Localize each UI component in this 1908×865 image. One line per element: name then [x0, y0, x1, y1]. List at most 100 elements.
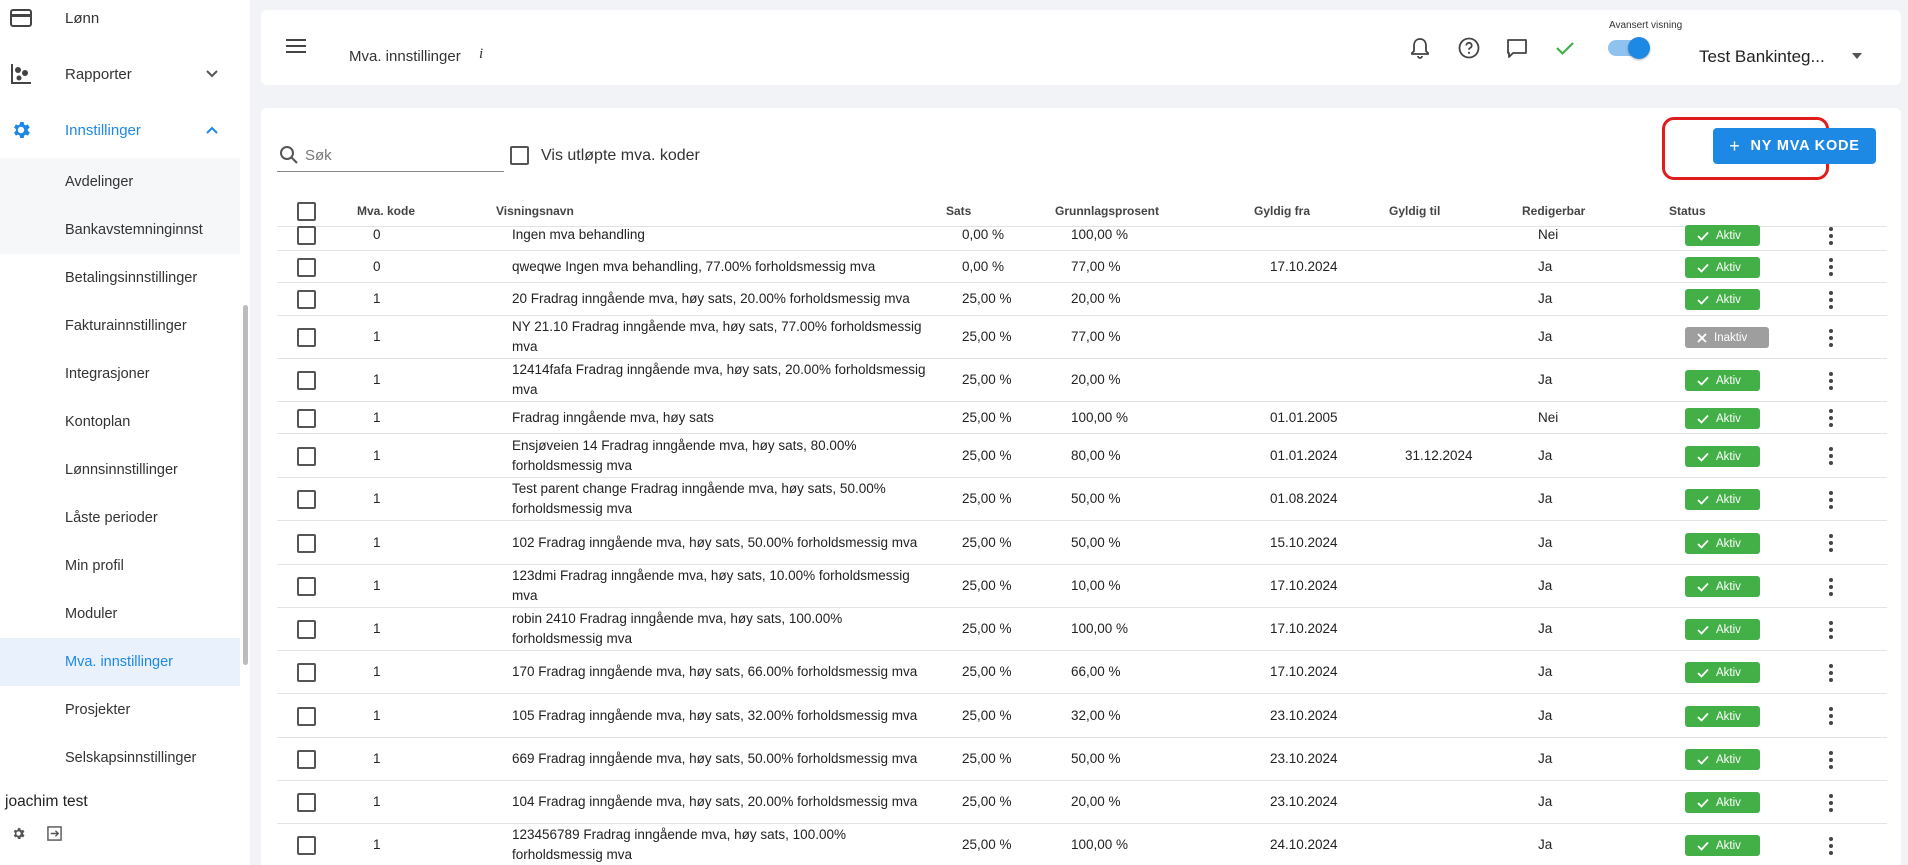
sidebar-sub-lonnsinnstillinger[interactable]: Lønnsinnstillinger — [0, 446, 240, 494]
cell-visningsnavn: 123dmi Fradrag inngående mva, høy sats, … — [512, 568, 910, 603]
checkbox[interactable] — [510, 146, 529, 165]
advanced-view-toggle[interactable] — [1608, 36, 1650, 60]
sidebar-sub-faktura[interactable]: Fakturainnstillinger — [0, 302, 240, 350]
more-options-icon[interactable] — [1828, 329, 1834, 347]
table-row[interactable]: 1 20 Fradrag inngående mva, høy sats, 20.… — [277, 283, 1887, 316]
new-mva-code-label: NY MVA KODE — [1750, 138, 1860, 154]
cell-visningsnavn: Ingen mva behandling — [512, 227, 645, 243]
table-row[interactable]: 1 105 Fradrag inngående mva, høy sats, 32… — [277, 694, 1887, 738]
logout-icon[interactable] — [47, 826, 62, 841]
more-options-icon[interactable] — [1828, 291, 1834, 309]
sidebar-sub-min-profil[interactable]: Min profil — [0, 542, 240, 590]
sidebar-item-innstillinger[interactable]: Innstillinger — [0, 118, 240, 142]
row-checkbox[interactable] — [297, 707, 316, 726]
row-checkbox[interactable] — [297, 793, 316, 812]
row-checkbox[interactable] — [297, 258, 316, 277]
status-badge: Aktiv — [1685, 446, 1760, 467]
more-options-icon[interactable] — [1828, 751, 1834, 769]
table-row[interactable]: 1 123456789 Fradrag inngående mva, høy sa… — [277, 824, 1887, 865]
row-checkbox[interactable] — [297, 750, 316, 769]
row-checkbox[interactable] — [297, 836, 316, 855]
status-label: Aktiv — [1716, 374, 1741, 387]
sidebar-item-rapporter[interactable]: Rapporter — [0, 62, 240, 86]
table-row[interactable]: 0 Ingen mva behandling 0,00 % 100,00 % Nei Ak… — [277, 220, 1887, 251]
more-options-icon[interactable] — [1828, 707, 1834, 725]
table-row[interactable]: 1 102 Fradrag inngående mva, høy sats, 50… — [277, 521, 1887, 565]
sidebar-sub-mva-innstillinger[interactable]: Mva. innstillinger — [0, 638, 240, 686]
cell-visningsnavn: 669 Fradrag inngående mva, høy sats, 50.… — [512, 751, 918, 767]
cell-visningsnavn: 104 Fradrag inngående mva, høy sats, 20.… — [512, 794, 918, 810]
table-row[interactable]: 1 123dmi Fradrag inngående mva, høy sats,… — [277, 565, 1887, 608]
row-checkbox[interactable] — [297, 534, 316, 553]
row-checkbox[interactable] — [297, 371, 316, 390]
table-row[interactable]: 0 qweqwe Ingen mva behandling, 77.00% for… — [277, 251, 1887, 283]
more-options-icon[interactable] — [1828, 534, 1834, 552]
sidebar-sub-selskap[interactable]: Selskapsinnstillinger — [0, 734, 240, 782]
sidebar-scrollbar-thumb[interactable] — [243, 305, 248, 665]
search-icon — [280, 146, 298, 164]
table-row[interactable]: 1 Fradrag inngående mva, høy sats 25,00 % 1… — [277, 402, 1887, 434]
table-row[interactable]: 1 Test parent change Fradrag inngående mv… — [277, 478, 1887, 521]
row-checkbox[interactable] — [297, 620, 316, 639]
status-badge: Aktiv — [1685, 706, 1760, 727]
show-expired-checkbox[interactable]: Vis utløpte mva. koder — [510, 146, 700, 165]
cell-redigerbar: Ja — [1538, 258, 1553, 274]
row-checkbox[interactable] — [297, 447, 316, 466]
help-icon[interactable] — [1457, 36, 1481, 60]
row-checkbox[interactable] — [297, 226, 316, 245]
sidebar-sub-integrasjoner[interactable]: Integrasjoner — [0, 350, 240, 398]
sidebar-sub-moduler[interactable]: Moduler — [0, 590, 240, 638]
sidebar-sub-bankavstemming[interactable]: Bankavstemninginnst — [0, 206, 240, 254]
sidebar-sub-laste-perioder[interactable]: Låste perioder — [0, 494, 240, 542]
new-mva-code-button[interactable]: + NY MVA KODE — [1713, 128, 1876, 164]
more-options-icon[interactable] — [1828, 447, 1834, 465]
more-options-icon[interactable] — [1828, 372, 1834, 390]
status-badge: Aktiv — [1685, 370, 1760, 391]
more-options-icon[interactable] — [1828, 409, 1834, 427]
bell-icon[interactable] — [1408, 36, 1432, 60]
more-options-icon[interactable] — [1828, 491, 1834, 509]
more-options-icon[interactable] — [1828, 621, 1834, 639]
select-all-checkbox[interactable] — [297, 202, 316, 221]
status-badge: Aktiv — [1685, 225, 1760, 246]
check-icon[interactable] — [1553, 36, 1577, 60]
row-checkbox[interactable] — [297, 490, 316, 509]
more-options-icon[interactable] — [1828, 578, 1834, 596]
sidebar-item-lonn[interactable]: Lønn — [0, 6, 240, 30]
status-badge: Aktiv — [1685, 576, 1760, 597]
row-checkbox[interactable] — [297, 409, 316, 428]
sidebar-sub-kontoplan[interactable]: Kontoplan — [0, 398, 240, 446]
more-options-icon[interactable] — [1828, 258, 1834, 276]
table-row[interactable]: 1 669 Fradrag inngående mva, høy sats, 50… — [277, 738, 1887, 781]
table-row[interactable]: 1 12414fafa Fradrag inngående mva, høy sa… — [277, 359, 1887, 402]
more-options-icon[interactable] — [1828, 227, 1834, 245]
info-icon[interactable]: i — [479, 46, 483, 63]
table-row[interactable]: 1 Ensjøveien 14 Fradrag inngående mva, hø… — [277, 434, 1887, 478]
cell-redigerbar: Ja — [1538, 707, 1553, 723]
table-row[interactable]: 1 104 Fradrag inngående mva, høy sats, 20… — [277, 781, 1887, 824]
menu-icon[interactable] — [286, 38, 306, 54]
sidebar-sub-avdelinger[interactable]: Avdelinger — [0, 158, 240, 206]
row-checkbox[interactable] — [297, 328, 316, 347]
search-input[interactable] — [305, 144, 495, 166]
row-checkbox[interactable] — [297, 663, 316, 682]
caret-down-icon[interactable] — [1852, 53, 1862, 59]
sidebar-sub-betaling[interactable]: Betalingsinnstillinger — [0, 254, 240, 302]
more-options-icon[interactable] — [1828, 794, 1834, 812]
search-field[interactable] — [277, 142, 504, 172]
chat-icon[interactable] — [1505, 36, 1529, 60]
row-checkbox[interactable] — [297, 577, 316, 596]
cell-grunnlag: 50,00 % — [1071, 534, 1121, 550]
status-badge: Aktiv — [1685, 662, 1760, 683]
sidebar-sub-prosjekter[interactable]: Prosjekter — [0, 686, 240, 734]
more-options-icon[interactable] — [1828, 837, 1834, 855]
company-selector[interactable]: Test Bankinteg... — [1699, 47, 1825, 67]
row-checkbox[interactable] — [297, 290, 316, 309]
status-badge: Aktiv — [1685, 489, 1760, 510]
user-settings-icon[interactable] — [11, 826, 26, 841]
cell-gyldig-fra: 17.10.2024 — [1270, 578, 1338, 594]
more-options-icon[interactable] — [1828, 664, 1834, 682]
table-row[interactable]: 1 170 Fradrag inngående mva, høy sats, 66… — [277, 651, 1887, 694]
table-row[interactable]: 1 NY 21.10 Fradrag inngående mva, høy sat… — [277, 316, 1887, 359]
table-row[interactable]: 1 robin 2410 Fradrag inngående mva, høy s… — [277, 608, 1887, 651]
